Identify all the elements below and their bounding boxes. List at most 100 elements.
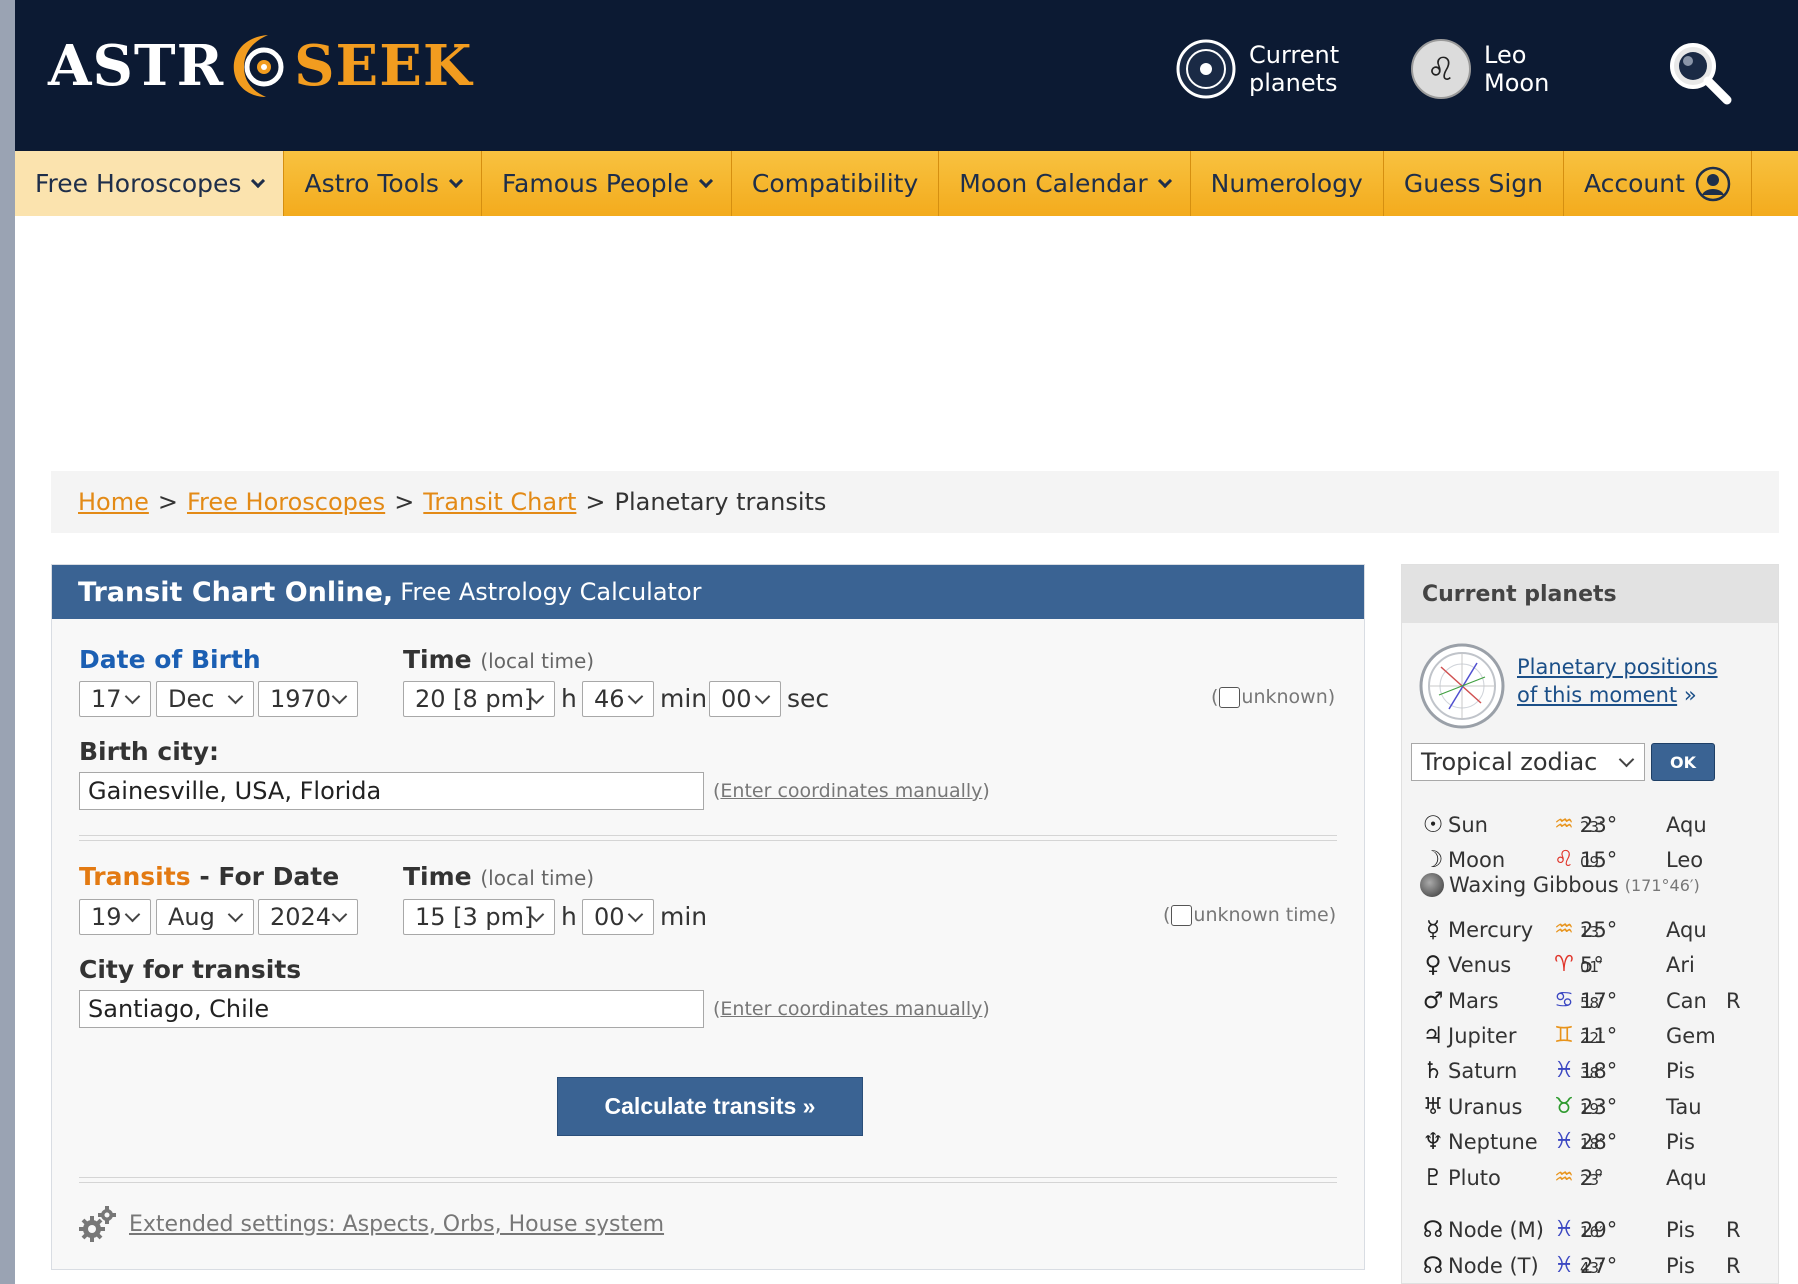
unknown-time-label: unknown time [1193,904,1329,926]
planet-name: Pluto [1448,1166,1501,1190]
planetary-positions-link-wrap: Planetary positions of this moment » [1517,653,1718,709]
planet-name: Mercury [1448,918,1534,942]
current-planets-line2: planets [1249,69,1338,97]
svg-text:♌: ♌ [1427,50,1456,88]
birth-hour-select[interactable]: 20 [8 pm] [403,681,555,717]
link-arrow: » [1683,683,1697,707]
transit-month-select[interactable]: Aug [156,899,254,935]
planet-glyph-icon: ♀ [1424,952,1442,978]
nav-famous-people-label: Famous People [501,169,689,198]
nav-account[interactable]: Account [1564,151,1752,216]
birth-enter-coordinates-link[interactable]: Enter coordinates manually [720,780,982,802]
current-planets-sidebar: Current planets Planetary positions of th… [1401,564,1779,1284]
planet-glyph-icon: ☿ [1425,917,1441,943]
nav-famous-people[interactable]: Famous People [482,151,732,216]
breadcrumb-separator: > [157,488,178,516]
birth-time-label-text: Time [403,645,472,674]
birth-month-value: Dec [168,685,215,713]
birth-month-select[interactable]: Dec [156,681,254,717]
planet-sign: Pis [1666,1130,1695,1154]
zodiac-sign-icon: ♓ [1554,1217,1574,1242]
planet-orbit-icon [1176,39,1236,99]
transit-year-select[interactable]: 2024 [258,899,358,935]
moon-phase-angle: (171°46′) [1624,875,1700,895]
birth-second-select[interactable]: 00 [709,681,781,717]
transit-minute-value: 00 [594,903,625,931]
nav-guess-sign[interactable]: Guess Sign [1384,151,1564,216]
transit-form-panel: Transit Chart Online, Free Astrology Cal… [51,564,1365,1270]
breadcrumb-home[interactable]: Home [78,488,149,516]
astroseek-logo[interactable]: ASTR SEEK [48,28,473,104]
extended-settings-link[interactable]: Extended settings: Aspects, Orbs, House … [129,1212,664,1237]
date-of-birth-label: Date of Birth [79,645,261,674]
unknown-label: unknown [1241,686,1328,708]
planet-name: Sun [1448,813,1488,837]
transit-time-unknown[interactable]: (unknown time) [1163,904,1336,926]
planet-glyph-icon: ♅ [1422,1094,1444,1120]
planet-row: ♆ Neptune ♓ 28° 18′ Pis [1420,1127,1770,1157]
unknown-checkbox[interactable] [1219,686,1241,708]
unknown-time-checkbox[interactable] [1171,904,1193,926]
hour-unit: h [561,684,577,713]
main-nav: Free Horoscopes Astro Tools Famous Peopl… [15,151,1798,216]
planet-name: Moon [1448,848,1506,872]
breadcrumb-transit-chart[interactable]: Transit Chart [423,488,576,516]
birth-city-input[interactable]: Gainesville, USA, Florida [79,772,704,810]
transit-day-select[interactable]: 19 [79,899,151,935]
calculate-transits-button[interactable]: Calculate transits » [557,1077,863,1136]
zodiac-sign-icon: ♓ [1554,1058,1574,1083]
zodiac-sign-icon: ♓ [1554,1253,1574,1278]
nav-free-horoscopes[interactable]: Free Horoscopes [15,151,285,216]
nav-astro-tools[interactable]: Astro Tools [284,151,482,216]
planet-sign: Aqu [1666,813,1707,837]
zodiac-select[interactable]: Tropical zodiac [1411,743,1645,781]
transit-minute-select[interactable]: 00 [582,899,654,935]
planet-row: ☉ Sun ♒ 23° 23′ Aqu [1420,810,1770,840]
nav-compatibility[interactable]: Compatibility [732,151,940,216]
transit-city-label: City for transits [79,955,302,984]
nav-moon-calendar[interactable]: Moon Calendar [939,151,1191,216]
nav-astro-tools-label: Astro Tools [304,169,439,198]
birth-year-select[interactable]: 1970 [258,681,358,717]
planet-degree-deg: 11° [1580,1024,1618,1048]
zodiac-ok-button[interactable]: OK [1651,743,1715,781]
nav-numerology[interactable]: Numerology [1191,151,1384,216]
chevron-down-icon [124,906,141,923]
current-planets-header-link[interactable]: Current planets [1175,38,1339,100]
zodiac-select-value: Tropical zodiac [1421,748,1598,776]
zodiac-sign-icon: ♊ [1554,1023,1574,1048]
planetary-positions-line1: Planetary positions [1517,655,1718,679]
planet-row: ☊ Node (M) ♓ 29° 16′ Pis R [1420,1215,1770,1245]
chevron-down-icon [1157,173,1172,188]
planet-sign: Pis [1666,1059,1695,1083]
breadcrumb-separator: > [394,488,415,516]
transit-hour-select[interactable]: 15 [3 pm] [403,899,555,935]
left-edge-strip [0,0,15,1284]
birth-minute-select[interactable]: 46 [582,681,654,717]
leo-moon-line1: Leo [1484,41,1527,69]
planet-degree-deg: 2° [1580,1166,1604,1190]
planet-degree-deg: 5° [1580,953,1604,977]
transit-day-value: 19 [91,903,122,931]
search-icon[interactable] [1665,38,1735,108]
birth-day-select[interactable]: 17 [79,681,151,717]
transit-city-input[interactable]: Santiago, Chile [79,990,704,1028]
birth-time-unknown[interactable]: (unknown) [1211,686,1335,708]
planet-degree: 28° 18′ [1580,1127,1617,1159]
planet-degree: 5° 01′ [1580,950,1604,982]
panel-title-bold: Transit Chart Online, [78,576,394,608]
zodiac-sign-icon: ♒ [1554,1165,1574,1190]
birth-time-hint: (local time) [480,649,595,673]
birth-hour-value: 20 [8 pm] [415,685,534,713]
planet-glyph-icon: ☊ [1422,1253,1444,1279]
retrograde-marker: R [1726,1218,1741,1242]
leo-moon-header-link[interactable]: ♌ Leo Moon [1410,38,1549,100]
breadcrumb-free-horoscopes[interactable]: Free Horoscopes [187,488,385,516]
minute-unit: min [660,902,708,931]
extended-settings: Extended settings: Aspects, Orbs, House … [79,1205,664,1243]
planet-name: Neptune [1448,1130,1538,1154]
chevron-down-icon [448,173,464,188]
transit-enter-coordinates-link[interactable]: Enter coordinates manually [720,998,982,1020]
chart-wheel-icon[interactable] [1419,643,1505,729]
chevron-down-icon [251,173,266,188]
